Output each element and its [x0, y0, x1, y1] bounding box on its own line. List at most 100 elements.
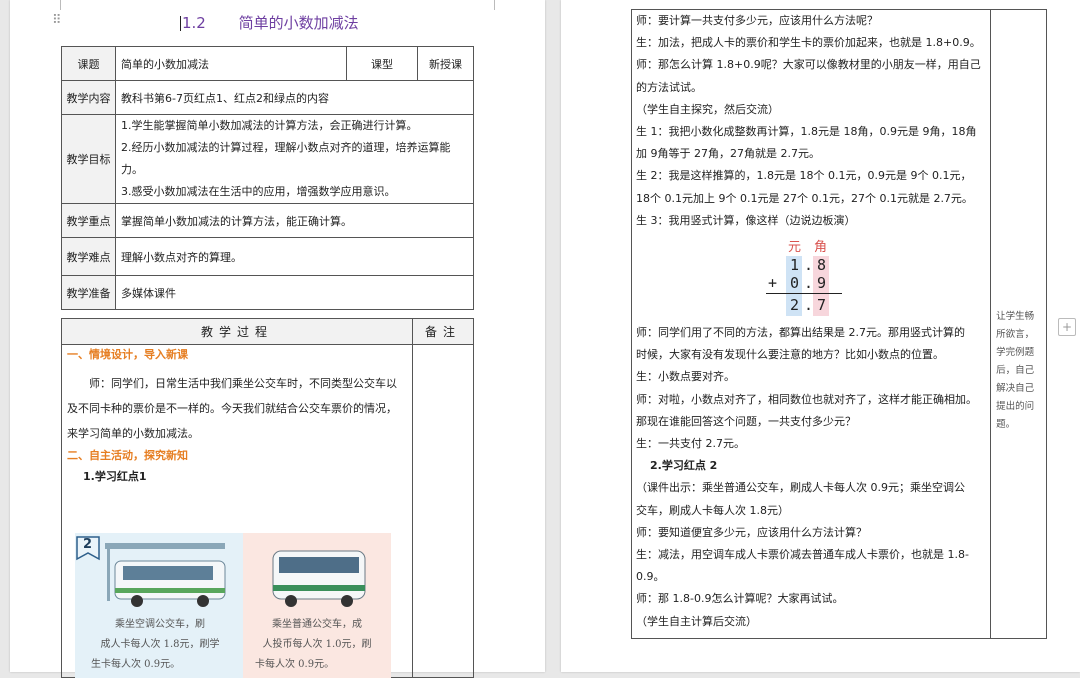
vertical-addition: 元 角 1 . 8 + 0 . 9 2 . 7 [766, 236, 846, 322]
dialog-line: 0.9。 [636, 570, 665, 584]
caption-line: 乘坐普通公交车，成 [272, 619, 362, 630]
dialog-line: 师：要知道便宜多少元，应该用什么方法计算？ [636, 525, 867, 539]
dialog-line: 师：同学们用了不同的方法，都算出结果是 2.7元。那用竖式计算的 [636, 326, 965, 340]
column-header-notes: 备注 [412, 318, 474, 345]
regular-bus-caption: 乘坐普通公交车，成 人投币每人次 1.0元，刷 卡每人次 0.9元。 [247, 615, 387, 675]
section-heading: 二、自主活动，探究新知 [67, 449, 188, 462]
dialog-line: 的方法试试。 [636, 80, 702, 94]
table-row: 教学目标 1.学生能掌握简单小数加减法的计算方法，会正确进行计算。 2.经历小数… [61, 114, 474, 204]
table-row: 教学难点 理解小数点对齐的算理。 [61, 237, 474, 276]
caption-line: 乘坐空调公交车，刷 [115, 619, 205, 630]
text-cursor [180, 16, 181, 31]
cell-label: 教学内容 [61, 80, 116, 115]
dialog-line: 师：那怎么计算 1.8+0.9呢？大家可以像教材里的小朋友一样，用自己 [636, 58, 981, 72]
sum-line [766, 293, 842, 295]
dialog-line: 生：加法，把成人卡的票价和学生卡的票价加起来，也就是 1.8+0.9。 [636, 36, 981, 50]
process-cell[interactable]: 师：要计算一共支付多少元，应该用什么方法呢？ 生：加法，把成人卡的票价和学生卡的… [630, 9, 992, 639]
paragraph-line: 师：同学们，日常生活中我们乘坐公交车时，不同类型公交车以 [89, 377, 397, 390]
cell-label: 课型 [346, 46, 418, 81]
dialog-line: （学生自主计算后交流） [636, 614, 757, 628]
ac-bus-caption: 乘坐空调公交车，刷 成人卡每人次 1.8元，刷学 生卡每人次 0.9元。 [81, 615, 239, 675]
table-row: 教学准备 多媒体课件 [61, 275, 474, 310]
jiao-label: 角 [814, 240, 828, 256]
cell-label: 教学难点 [61, 237, 116, 276]
lesson-info-table: 课题 简单的小数加减法 课型 新授课 教学内容 教科书第6-7页红点1、红点2和… [61, 46, 474, 310]
dialog-line: 师：要计算一共支付多少元，应该用什么方法呢？ [636, 14, 878, 27]
digit: 0 [790, 274, 800, 293]
regular-bus-icon [272, 550, 366, 607]
bus-illustration: 2 乘坐空调公交车，刷 成人卡每人次 1.8元，刷学 生卡每人次 0.9元。 乘… [75, 533, 391, 678]
cell-label: 教学重点 [61, 203, 116, 238]
cell-value: 掌握简单小数加减法的计算方法，能正确计算。 [115, 203, 474, 238]
cell-value: 简单的小数加减法 [115, 46, 347, 81]
notes-cell[interactable]: 让学生畅 所欲言， 学完例题 后，自己 解决自己 提出的问 题。 [990, 9, 1047, 639]
cell-value: 多媒体课件 [115, 275, 474, 310]
cell-value: 教科书第6-7页红点1、红点2和绿点的内容 [115, 80, 474, 115]
dialog-line: 那现在谁能回答这个问题，一共支付多少元？ [636, 414, 856, 428]
note-line: 所欲言， [996, 329, 1035, 340]
decimal-point: . [804, 256, 814, 275]
dialog-line: 生 1：我把小数化成整数再计算，1.8元是 18角，0.9元是 9角，18角 [636, 125, 977, 139]
notes-cell[interactable] [412, 344, 474, 678]
note-line: 学完例题 [996, 347, 1035, 358]
yuan-label: 元 [788, 240, 802, 256]
digit: 7 [817, 296, 827, 315]
process-cell[interactable]: 一、情境设计，导入新课 师：同学们，日常生活中我们乘坐公交车时，不同类型公交车以… [61, 344, 413, 678]
badge-number: 2 [83, 537, 93, 552]
note-line: 后，自己 [996, 365, 1035, 376]
goals-cell: 1.学生能掌握简单小数加减法的计算方法，会正确进行计算。 2.经历小数加减法的计… [115, 114, 474, 204]
caption-line: 卡每人次 0.9元。 [255, 659, 335, 670]
caption-line: 生卡每人次 0.9元。 [91, 659, 181, 670]
add-block-plus-icon[interactable]: + [1058, 318, 1076, 336]
cell-label: 课题 [61, 46, 116, 81]
digit: 8 [817, 256, 827, 275]
goal-item: 1.学生能掌握简单小数加减法的计算方法，会正确进行计算。 [121, 119, 418, 132]
dialog-line: 师：那 1.8-0.9怎么计算呢？大家再试试。 [636, 592, 844, 606]
note-line: 解决自己 [996, 383, 1035, 394]
table-row: 一、情境设计，导入新课 师：同学们，日常生活中我们乘坐公交车时，不同类型公交车以… [61, 344, 474, 678]
note-line: 题。 [996, 419, 1016, 430]
title-text: 简单的小数加减法 [238, 14, 359, 32]
caption-line: 人投币每人次 1.0元，刷 [262, 639, 372, 650]
dialog-line: 生：一共支付 2.7元。 [636, 437, 745, 451]
dialog-line: （学生自主探究，然后交流） [636, 102, 779, 116]
page-corner-mark [484, 0, 495, 10]
cell-label: 教学目标 [61, 114, 116, 204]
dialog-line: （课件出示：乘坐普通公交车，刷成人卡每人次 0.9元；乘坐空调公 [636, 481, 965, 495]
digit: 2 [790, 296, 800, 315]
page-corner-mark [60, 0, 71, 10]
dialog-line: 生 3：我用竖式计算，像这样（边说边板演） [636, 213, 856, 227]
decimal-point: . [804, 296, 814, 315]
plus-sign: + [768, 274, 778, 293]
ac-bus-panel: 2 乘坐空调公交车，刷 成人卡每人次 1.8元，刷学 生卡每人次 0.9元。 [75, 533, 243, 678]
note-line: 提出的问 [996, 401, 1035, 412]
cell-value: 理解小数点对齐的算理。 [115, 237, 474, 276]
example-badge: 2 [75, 533, 100, 561]
cell-value: 新授课 [417, 46, 474, 81]
document-page-left: ⠿ 1.2 简单的小数加减法 课题 简单的小数加减法 课型 新授课 教学内容 教… [10, 0, 545, 678]
dialog-line: 时候，大家有没有发现什么要注意的地方？比如小数点的位置。 [636, 348, 944, 362]
table-row: 师：要计算一共支付多少元，应该用什么方法呢？ 生：加法，把成人卡的票价和学生卡的… [630, 9, 1047, 639]
digit: 9 [817, 274, 827, 293]
table-row: 教学内容 教科书第6-7页红点1、红点2和绿点的内容 [61, 80, 474, 115]
paragraph-line: 及不同卡种的票价是不一样的。今天我们就结合公交车票价的情况， [67, 402, 397, 415]
dialog-line: 18个 0.1元加上 9个 0.1元是 27个 0.1元，27个 0.1元就是 … [636, 191, 973, 205]
table-header-row: 教学过程 备注 [61, 318, 474, 345]
digit: 1 [790, 256, 800, 275]
table-row: 教学重点 掌握简单小数加减法的计算方法，能正确计算。 [61, 203, 474, 238]
regular-bus-panel: 乘坐普通公交车，成 人投币每人次 1.0元，刷 卡每人次 0.9元。 [243, 533, 391, 678]
decimal-point: . [804, 274, 814, 293]
document-page-right: 师：要计算一共支付多少元，应该用什么方法呢？ 生：加法，把成人卡的票价和学生卡的… [561, 0, 1080, 672]
subsection-heading: 2.学习红点 2 [650, 459, 718, 473]
drag-handle-icon[interactable]: ⠿ [52, 14, 62, 27]
table-row: 课题 简单的小数加减法 课型 新授课 [61, 46, 474, 81]
dialog-line: 交车，刷成人卡每人次 1.8元） [636, 503, 789, 517]
dialog-line: 生：小数点要对齐。 [636, 370, 735, 384]
teacher-note: 让学生畅 所欲言， 学完例题 后，自己 解决自己 提出的问 题。 [993, 308, 1044, 434]
cell-label: 教学准备 [61, 275, 116, 310]
section-heading: 一、情境设计，导入新课 [67, 348, 188, 361]
goal-item: 3.感受小数加减法在生活中的应用，增强数学应用意识。 [121, 185, 396, 198]
page-title[interactable]: 1.2 简单的小数加减法 [180, 12, 359, 33]
dialog-line: 生：减法，用空调车成人卡票价减去普通车成人卡票价，也就是 1.8- [636, 548, 969, 562]
goal-item: 2.经历小数加减法的计算过程，理解小数点对齐的道理，培养运算能力。 [121, 141, 451, 176]
